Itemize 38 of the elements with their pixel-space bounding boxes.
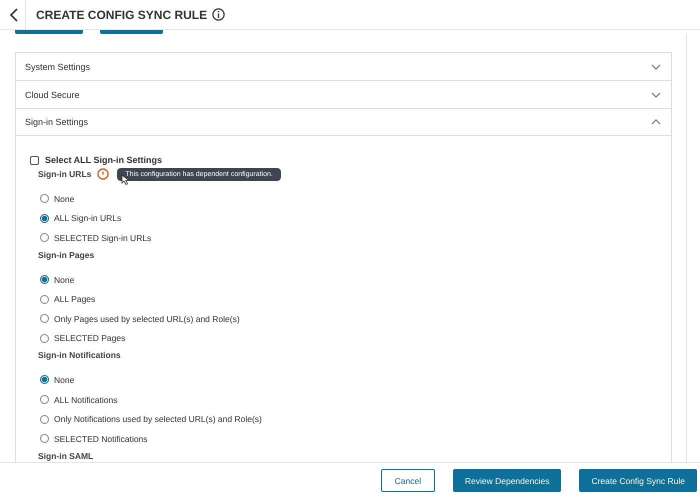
radio-label: None: [54, 194, 74, 204]
chevron-icon: [651, 119, 661, 125]
radio-label: ALL Notifications: [54, 394, 118, 405]
accordion-header[interactable]: System Settings: [16, 53, 671, 81]
radio-button[interactable]: [40, 275, 49, 284]
radio-label: None: [54, 274, 74, 285]
action-button[interactable]: Review Dependencies: [452, 469, 562, 492]
chevron-icon: [651, 64, 661, 70]
radio-button[interactable]: [40, 194, 49, 204]
checkbox[interactable]: [30, 156, 39, 164]
radio-label: ALL Sign-in URLs: [54, 213, 122, 224]
radio-button[interactable]: [40, 334, 49, 343]
radio-button[interactable]: [40, 395, 49, 404]
radio-button[interactable]: [40, 414, 49, 424]
radio-label: SELECTED Sign-in URLs: [54, 232, 152, 243]
radio-label: SELECTED Pages: [54, 333, 126, 344]
page-title: CREATE CONFIG SYNC RULE: [36, 8, 208, 22]
section-heading: Sign-in SAML: [38, 450, 94, 461]
action-button[interactable]: Create Config Sync Rule: [579, 469, 697, 492]
section-heading: Sign-in Notifications: [38, 350, 121, 360]
radio-button[interactable]: [40, 434, 49, 444]
chevron-icon: [9, 8, 19, 22]
info-icon[interactable]: [212, 8, 226, 21]
section-heading: Sign-in URLs: [38, 169, 92, 179]
radio-button[interactable]: [40, 214, 49, 223]
radio-button[interactable]: [40, 233, 49, 242]
radio-button[interactable]: [40, 314, 49, 324]
radio-label: ALL Pages: [54, 294, 96, 304]
cancel-button[interactable]: Cancel: [380, 469, 435, 492]
section-heading: Sign-in Pages: [38, 250, 94, 260]
radio-label: SELECTED Notifications: [54, 434, 148, 444]
chevron-icon: [651, 92, 661, 98]
radio-label: Only Notifications used by selected URL(s) and Role(s): [54, 414, 262, 424]
radio-button[interactable]: [40, 294, 49, 304]
checkbox-label: Select ALL Sign-in Settings: [45, 155, 162, 165]
radio-label: None: [54, 374, 74, 385]
radio-label: Only Pages used by selected URL(s) and Role(s): [54, 314, 240, 324]
radio-button[interactable]: [40, 375, 49, 384]
